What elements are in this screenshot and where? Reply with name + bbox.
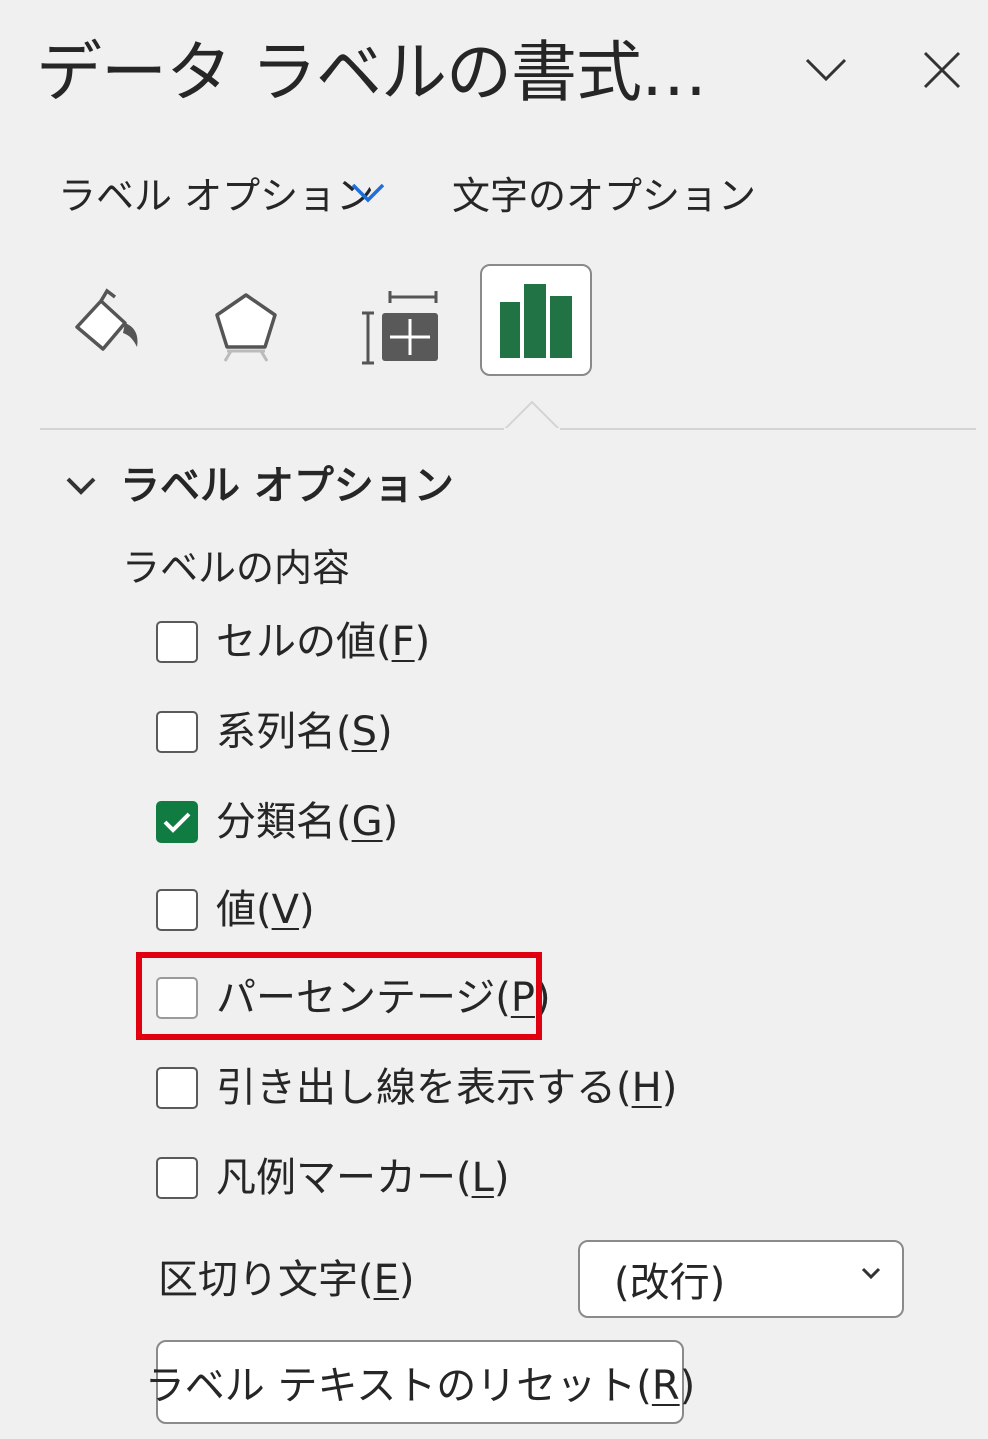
collapse-pane-button[interactable] bbox=[796, 44, 856, 96]
close-button[interactable] bbox=[912, 40, 972, 100]
checkbox-value[interactable]: 値(V) bbox=[156, 882, 315, 938]
checkbox-box[interactable] bbox=[156, 1067, 198, 1109]
section-title: ラベル オプション bbox=[120, 463, 454, 509]
checkbox-label: 引き出し線を表示する(H) bbox=[216, 1065, 678, 1111]
tab-label-options[interactable]: ラベル オプション bbox=[58, 168, 374, 224]
separator-value: (改行) bbox=[614, 1260, 726, 1306]
label-contents-heading: ラベルの内容 bbox=[122, 546, 351, 590]
active-tab-pointer bbox=[504, 400, 560, 432]
checkbox-cell-value[interactable]: セルの値(F) bbox=[156, 614, 430, 670]
tab-label-options-icon[interactable] bbox=[480, 264, 592, 376]
chevron-down-icon bbox=[805, 58, 847, 82]
tab-label-options-dropdown[interactable] bbox=[350, 182, 386, 208]
checkbox-label: 分類名(G) bbox=[216, 799, 399, 845]
checkbox-legend-key[interactable]: 凡例マーカー(L) bbox=[156, 1150, 510, 1206]
separator-dropdown[interactable]: (改行) bbox=[578, 1240, 904, 1318]
tab-label-options-label: ラベル オプション bbox=[58, 174, 375, 218]
reset-label-text-button[interactable]: ラベル テキストのリセット(R) bbox=[145, 1340, 695, 1424]
checkbox-box[interactable] bbox=[156, 621, 198, 663]
checkbox-box[interactable] bbox=[156, 711, 198, 753]
chevron-down-icon bbox=[351, 183, 385, 203]
size-properties-icon bbox=[362, 291, 438, 365]
tab-text-options[interactable]: 文字のオプション bbox=[452, 168, 756, 224]
chevron-down-icon bbox=[861, 1267, 881, 1280]
checkbox-category-name[interactable]: 分類名(G) bbox=[156, 794, 398, 850]
checkbox-series-name[interactable]: 系列名(S) bbox=[156, 704, 393, 760]
tab-fill-line[interactable] bbox=[48, 266, 160, 378]
reset-button-label: ラベル テキストのリセット(R) bbox=[144, 1363, 696, 1409]
close-icon bbox=[923, 51, 961, 89]
checkbox-box[interactable] bbox=[156, 801, 198, 843]
checkbox-label: 値(V) bbox=[216, 887, 315, 933]
tab-size-properties[interactable] bbox=[340, 266, 452, 378]
pane-title: データ ラベルの書式… bbox=[36, 34, 707, 111]
bar-chart-icon bbox=[500, 284, 572, 358]
checkbox-label: セルの値(F) bbox=[216, 619, 431, 665]
checkmark-icon bbox=[163, 812, 191, 833]
tab-effects[interactable] bbox=[190, 266, 302, 378]
fill-line-icon bbox=[75, 288, 138, 351]
section-label-options[interactable]: ラベル オプション bbox=[64, 458, 454, 514]
checkbox-label: 凡例マーカー(L) bbox=[216, 1155, 510, 1201]
chevron-down-icon bbox=[66, 477, 96, 495]
checkbox-label: 系列名(S) bbox=[216, 709, 393, 755]
separator-label: 区切り文字(E) bbox=[158, 1257, 415, 1303]
effects-icon bbox=[215, 293, 277, 362]
highlight-box bbox=[136, 952, 542, 1040]
checkbox-show-leader-lines[interactable]: 引き出し線を表示する(H) bbox=[156, 1060, 677, 1116]
checkbox-box[interactable] bbox=[156, 889, 198, 931]
checkbox-box[interactable] bbox=[156, 1157, 198, 1199]
